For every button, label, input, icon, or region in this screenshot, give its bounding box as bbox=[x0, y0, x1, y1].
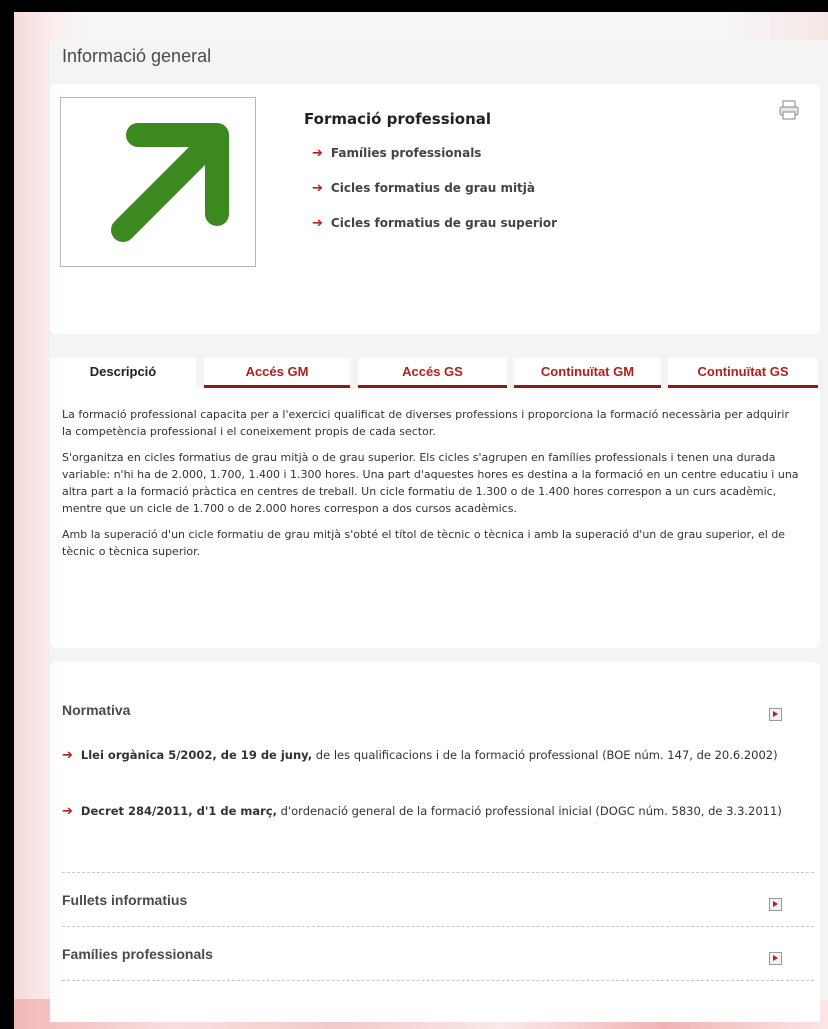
fullets-heading[interactable]: Fullets informatius bbox=[62, 892, 187, 908]
section-divider bbox=[62, 980, 814, 981]
section-divider bbox=[62, 926, 814, 927]
list-item[interactable]: ➔ Cicles formatius de grau mitjà bbox=[312, 181, 557, 216]
fp-logo bbox=[60, 97, 256, 267]
intro-card: Formació professional ➔ Famílies professi… bbox=[50, 84, 820, 334]
arrow-icon: ➔ bbox=[312, 146, 323, 161]
tab-acces-gs[interactable]: Accés GS bbox=[358, 358, 507, 388]
expand-arrow-icon[interactable] bbox=[769, 708, 782, 721]
law-description: d'ordenació general de la formació profe… bbox=[277, 804, 782, 818]
sections-card: Normativa ➔ Llei orgànica 5/2002, de 19 d… bbox=[50, 662, 820, 1022]
description-paragraph: La formació professional capacita per a … bbox=[62, 408, 789, 438]
description-text: La formació professional capacita per a … bbox=[62, 406, 802, 569]
fp-link-list: ➔ Famílies professionals ➔ Cicles formatiu… bbox=[312, 146, 557, 251]
law-item[interactable]: ➔ Llei orgànica 5/2002, de 19 de juny, de… bbox=[62, 746, 804, 765]
arrow-icon: ➔ bbox=[62, 804, 73, 819]
green-diagonal-arrow-icon bbox=[111, 123, 229, 242]
printer-icon[interactable] bbox=[778, 100, 800, 120]
fp-title: Formació professional bbox=[304, 110, 492, 128]
law-description: de les qualificacions i de la formació p… bbox=[312, 748, 778, 762]
arrow-icon: ➔ bbox=[312, 181, 323, 196]
description-paragraph: Amb la superació d'un cicle formatiu de … bbox=[62, 528, 786, 558]
law-title[interactable]: Decret 284/2011, d'1 de març, bbox=[81, 804, 277, 818]
page-frame: Informació general Formació professional… bbox=[14, 12, 828, 1029]
tab-continuitat-gm[interactable]: Continuïtat GM bbox=[514, 358, 661, 388]
law-title[interactable]: Llei orgànica 5/2002, de 19 de juny, bbox=[81, 748, 312, 762]
link-cicles-grau-superior[interactable]: Cicles formatius de grau superior bbox=[331, 216, 557, 230]
section-divider bbox=[62, 872, 814, 873]
description-paragraph: S'organitza en cicles formatius de grau … bbox=[62, 451, 799, 515]
families-heading[interactable]: Famílies professionals bbox=[62, 946, 213, 962]
tab-continuitat-gs[interactable]: Continuïtat GS bbox=[668, 358, 818, 388]
main-content: Informació general Formació professional… bbox=[50, 40, 828, 1022]
law-item[interactable]: ➔ Decret 284/2011, d'1 de març, d'ordenac… bbox=[62, 802, 804, 821]
page-title: Informació general bbox=[62, 46, 212, 66]
expand-arrow-icon[interactable] bbox=[769, 898, 782, 911]
arrow-icon: ➔ bbox=[62, 748, 73, 763]
link-families-professionals[interactable]: Famílies professionals bbox=[331, 146, 482, 160]
expand-arrow-icon[interactable] bbox=[769, 952, 782, 965]
arrow-icon: ➔ bbox=[312, 216, 323, 231]
list-item[interactable]: ➔ Cicles formatius de grau superior bbox=[312, 216, 557, 251]
tab-acces-gm[interactable]: Accés GM bbox=[204, 358, 350, 388]
description-panel: La formació professional capacita per a … bbox=[50, 388, 820, 648]
list-item[interactable]: ➔ Famílies professionals bbox=[312, 146, 557, 181]
link-cicles-grau-mitja[interactable]: Cicles formatius de grau mitjà bbox=[331, 181, 535, 195]
normativa-heading[interactable]: Normativa bbox=[62, 702, 130, 718]
